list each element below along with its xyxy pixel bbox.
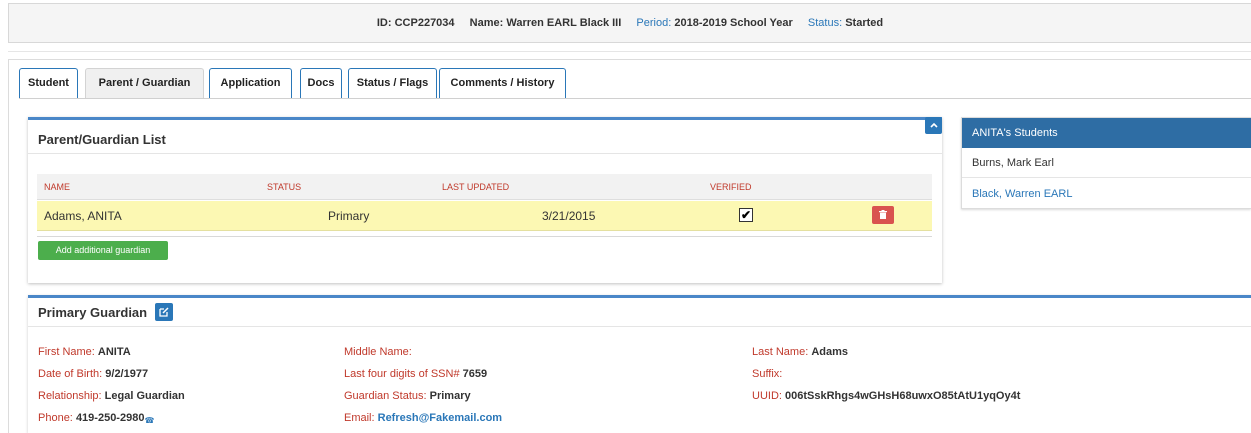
delete-guardian-button[interactable] — [872, 206, 894, 224]
collapse-button[interactable] — [925, 117, 942, 134]
students-panel-title: ANITA's Students — [962, 118, 1251, 148]
tab-comments-history[interactable]: Comments / History — [439, 68, 566, 99]
tab-parent-guardian[interactable]: Parent / Guardian — [85, 68, 204, 99]
col-name[interactable]: NAME — [44, 182, 70, 192]
period-label: Period: — [636, 17, 672, 29]
students-panel: ANITA's Students Burns, Mark Earl Black,… — [961, 117, 1251, 209]
list-item[interactable]: Burns, Mark Earl — [962, 148, 1251, 178]
record-header: ID: CCP227034 Name: Warren EARL Black II… — [8, 3, 1251, 43]
uuid-value: 006tSskRhgs4wGHsH68uwxO85tAtU1yqOy4t — [785, 390, 1021, 402]
primary-guardian-title: Primary Guardian — [38, 305, 148, 320]
guardian-list-title: Parent/Guardian List — [38, 132, 166, 147]
divider — [8, 51, 1251, 52]
guardian-table-header: NAME STATUS LAST UPDATED VERIFIED — [37, 174, 932, 200]
guardian-status-cell: Primary — [328, 209, 370, 223]
period-value: 2018-2019 School Year — [674, 17, 793, 29]
add-guardian-button[interactable]: Add additional guardian — [38, 241, 168, 260]
verified-checkbox[interactable]: ✔ — [739, 208, 753, 222]
uuid-field: UUID: 006tSskRhgs4wGHsH68uwxO85tAtU1yqOy… — [752, 390, 1021, 402]
name-label: Name: — [469, 17, 504, 29]
edit-guardian-button[interactable] — [155, 303, 173, 321]
relationship-field: Relationship: Legal Guardian — [38, 390, 185, 402]
tab-student[interactable]: Student — [19, 68, 78, 99]
name-value: Warren EARL Black III — [506, 17, 622, 29]
relationship-value: Legal Guardian — [104, 390, 185, 402]
edit-icon — [159, 307, 169, 317]
table-row[interactable]: Adams, ANITA Primary 3/21/2015 ✔ — [37, 201, 932, 231]
guardian-list-panel: Parent/Guardian List NAME STATUS LAST UP… — [28, 117, 942, 283]
status-value: Started — [845, 17, 884, 29]
dob-field: Date of Birth: 9/2/1977 — [38, 368, 149, 380]
trash-icon — [879, 210, 887, 219]
email-link[interactable]: Refresh@Fakemail.com — [378, 412, 502, 424]
guardian-status-value: Primary — [429, 390, 471, 402]
tab-application[interactable]: Application — [209, 68, 292, 99]
id-label: ID: — [376, 17, 392, 29]
status-label: Status: — [807, 17, 843, 29]
first-name-value: ANITA — [97, 346, 131, 358]
first-name-field: First Name: ANITA — [38, 346, 131, 358]
tab-underline — [19, 98, 1251, 99]
id-value: CCP227034 — [394, 17, 455, 29]
chevron-up-icon — [929, 122, 938, 128]
last-name-value: Adams — [811, 346, 848, 358]
guardian-name-cell: Adams, ANITA — [44, 209, 122, 223]
phone-value: 419-250-2980 — [75, 412, 145, 424]
guardian-status-field: Guardian Status: Primary — [344, 390, 471, 402]
last-name-field: Last Name: Adams — [752, 346, 848, 358]
col-status[interactable]: STATUS — [267, 182, 301, 192]
email-field: Email: Refresh@Fakemail.com — [344, 412, 503, 424]
col-verified[interactable]: VERIFIED — [710, 182, 752, 192]
phone-field: Phone: 419-250-2980☎ — [38, 412, 155, 425]
primary-guardian-panel: Primary Guardian First Name: ANITA Date … — [28, 295, 1251, 433]
ssn-field: Last four digits of SSN# 7659 — [344, 368, 488, 380]
tab-status-flags[interactable]: Status / Flags — [348, 68, 437, 99]
phone-icon[interactable]: ☎ — [144, 416, 154, 425]
dob-value: 9/2/1977 — [105, 368, 149, 380]
ssn-value: 7659 — [462, 368, 488, 380]
middle-name-field: Middle Name: — [344, 346, 412, 358]
col-last-updated[interactable]: LAST UPDATED — [442, 182, 509, 192]
list-item-link[interactable]: Black, Warren EARL — [962, 179, 1251, 209]
suffix-field: Suffix: — [752, 368, 783, 380]
guardian-updated-cell: 3/21/2015 — [542, 209, 596, 223]
tab-docs[interactable]: Docs — [300, 68, 342, 99]
